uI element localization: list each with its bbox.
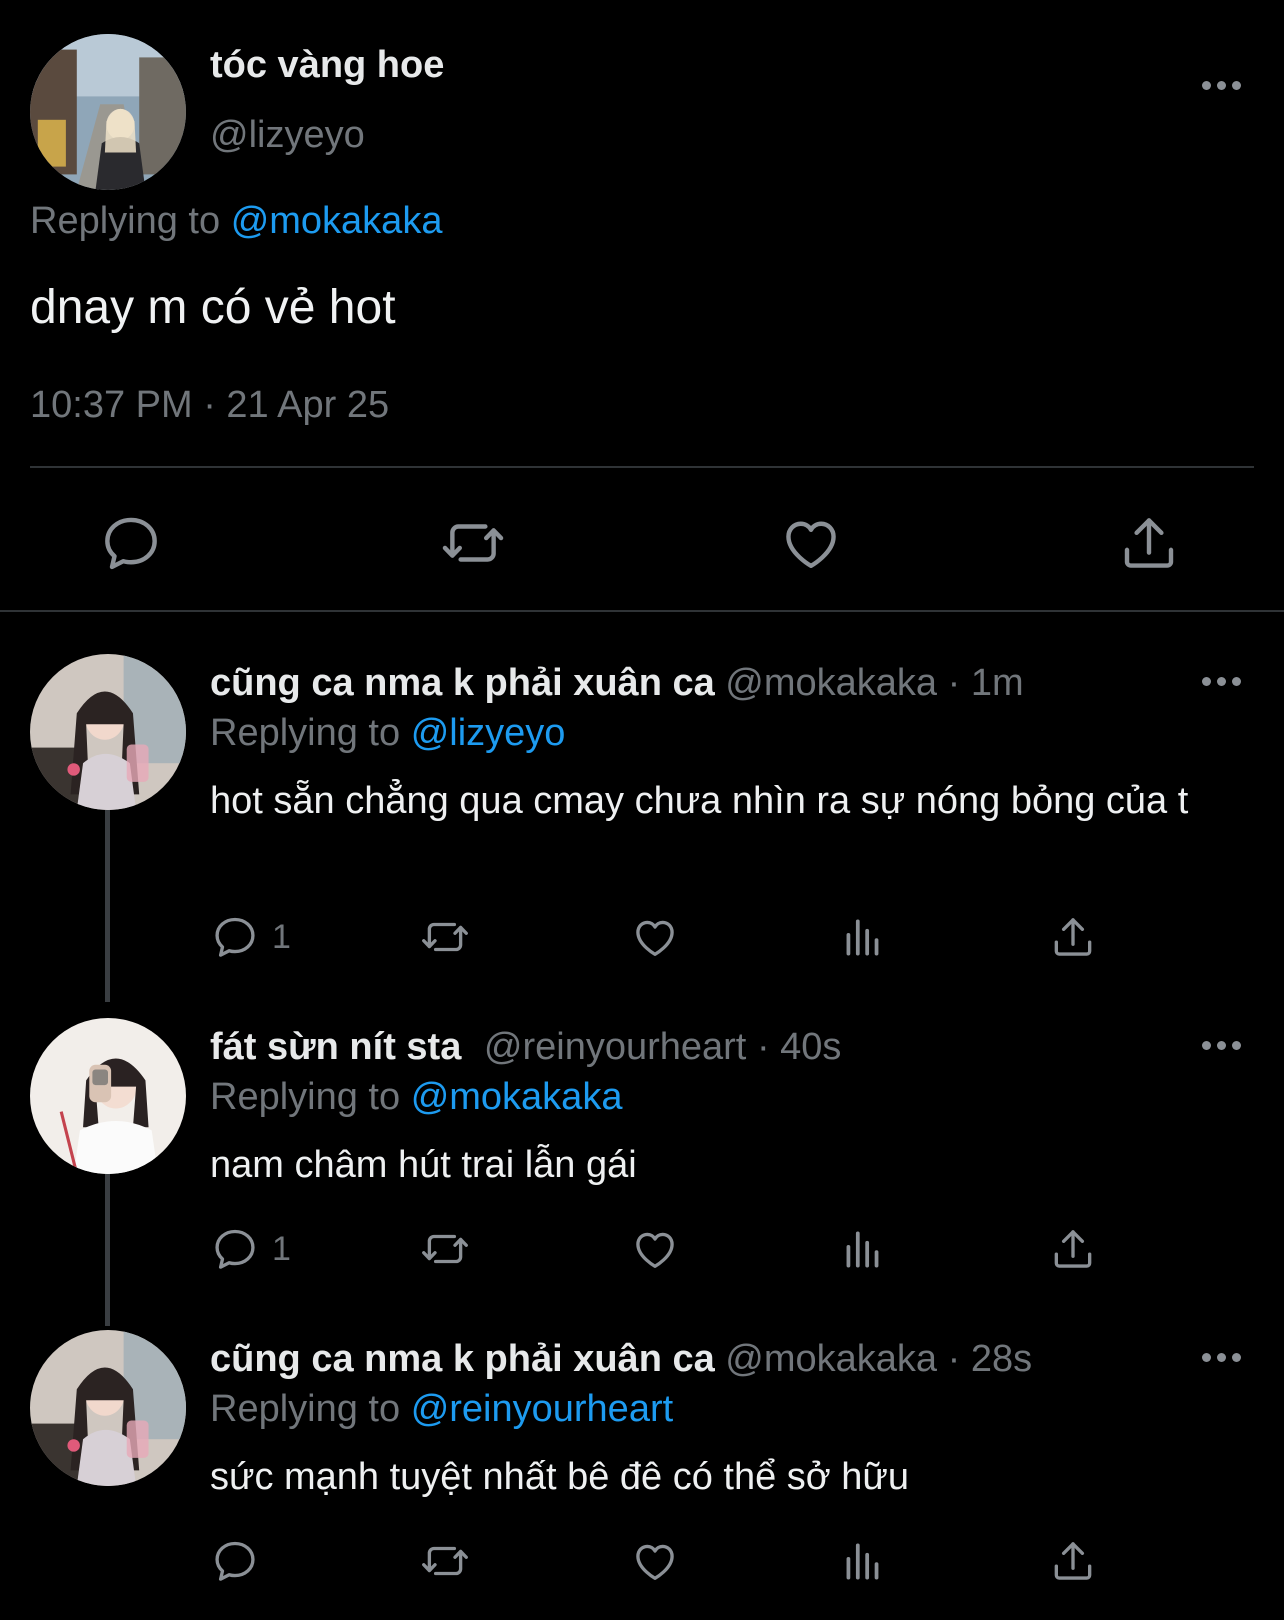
avatar-photo [30,1330,186,1486]
reply-header: cũng ca nma k phải xuân ca @mokakaka · 2… [210,1338,1032,1381]
user-handle[interactable]: @mokakaka [725,662,937,704]
display-name[interactable]: tóc vàng hoe [210,44,444,87]
reply-header: fát sừn nít sta @reinyourheart · 40s [210,1026,841,1069]
avatar[interactable] [30,1330,186,1486]
retweet-icon[interactable] [420,1222,470,1276]
views-icon[interactable] [838,1222,888,1276]
main-tweet: tóc vàng hoe @lizyeyo Replying to @mokak… [0,0,1284,612]
replying-label: Replying to [210,1076,401,1118]
like-icon[interactable] [778,510,844,576]
action-bar: 1 [210,910,1170,964]
reply-button[interactable]: 1 [210,1222,291,1276]
like-icon[interactable] [630,1222,680,1276]
replying-to: Replying to @lizyeyo [210,712,565,755]
share-icon[interactable] [1116,510,1182,576]
separator: · [947,662,961,704]
retweet-icon[interactable] [420,910,470,964]
mention-link[interactable]: @mokakaka [231,200,443,242]
user-handle[interactable]: @reinyourheart [484,1026,746,1068]
tweet-text: nam châm hút trai lẫn gái [210,1144,637,1186]
thread-line [105,1174,110,1326]
reply-icon [210,912,260,962]
thread-line [105,810,110,1002]
divider [0,610,1284,612]
reply-icon[interactable] [210,1534,260,1588]
display-name[interactable]: cũng ca nma k phải xuân ca [210,1338,715,1380]
reply-tweet[interactable]: cũng ca nma k phải xuân ca @mokakaka · 1… [0,654,1284,1002]
user-handle[interactable]: @mokakaka [725,1338,937,1380]
replying-to: Replying to @reinyourheart [210,1388,673,1431]
action-bar: 1 [210,1222,1170,1276]
relative-time[interactable]: 28s [971,1338,1032,1380]
avatar-photo [30,1018,186,1174]
avatar-photo [30,34,186,190]
tweet-text: sức mạnh tuyệt nhất bê đê có thể sở hữu [210,1456,909,1498]
more-options-icon[interactable] [1200,674,1244,688]
tweet-text: hot sẵn chẳng qua cmay chưa nhìn ra sự n… [210,780,1189,822]
display-name[interactable]: fát sừn nít sta [210,1026,461,1068]
reply-tweet[interactable]: fát sừn nít sta @reinyourheart · 40s Rep… [0,1018,1284,1326]
retweet-icon[interactable] [440,510,506,576]
reply-button[interactable]: 1 [210,910,291,964]
relative-time[interactable]: 40s [780,1026,841,1068]
share-icon[interactable] [1048,1534,1098,1588]
replying-label: Replying to [30,200,221,242]
reply-count: 1 [272,1229,291,1268]
separator: · [756,1026,770,1068]
user-handle[interactable]: @lizyeyo [210,114,365,157]
tweet-timestamp[interactable]: 10:37 PM · 21 Apr 25 [30,384,389,427]
separator: · [947,1338,961,1380]
share-icon[interactable] [1048,910,1098,964]
mention-link[interactable]: @mokakaka [411,1076,623,1118]
tweet-thread-page: tóc vàng hoe @lizyeyo Replying to @mokak… [0,0,1284,1620]
display-name[interactable]: cũng ca nma k phải xuân ca [210,662,715,704]
avatar-photo [30,654,186,810]
action-bar [210,1534,1170,1588]
relative-time[interactable]: 1m [971,662,1024,704]
views-icon[interactable] [838,910,888,964]
divider [30,466,1254,468]
views-icon[interactable] [838,1534,888,1588]
mention-link[interactable]: @lizyeyo [411,712,566,754]
share-icon[interactable] [1048,1222,1098,1276]
replying-to: Replying to @mokakaka [30,200,442,243]
like-icon[interactable] [630,910,680,964]
reply-icon[interactable] [98,510,164,576]
replying-to: Replying to @mokakaka [210,1076,622,1119]
more-options-icon[interactable] [1200,1350,1244,1364]
retweet-icon[interactable] [420,1534,470,1588]
reply-count: 1 [272,917,291,956]
tweet-text: dnay m có vẻ hot [30,281,396,334]
avatar[interactable] [30,1018,186,1174]
mention-link[interactable]: @reinyourheart [411,1388,673,1430]
like-icon[interactable] [630,1534,680,1588]
avatar[interactable] [30,34,186,190]
reply-tweet[interactable]: cũng ca nma k phải xuân ca @mokakaka · 2… [0,1330,1284,1620]
more-options-icon[interactable] [1200,1038,1244,1052]
avatar[interactable] [30,654,186,810]
more-options-icon[interactable] [1200,78,1244,92]
replying-label: Replying to [210,712,401,754]
reply-icon [210,1224,260,1274]
reply-header: cũng ca nma k phải xuân ca @mokakaka · 1… [210,662,1024,705]
replying-label: Replying to [210,1388,401,1430]
